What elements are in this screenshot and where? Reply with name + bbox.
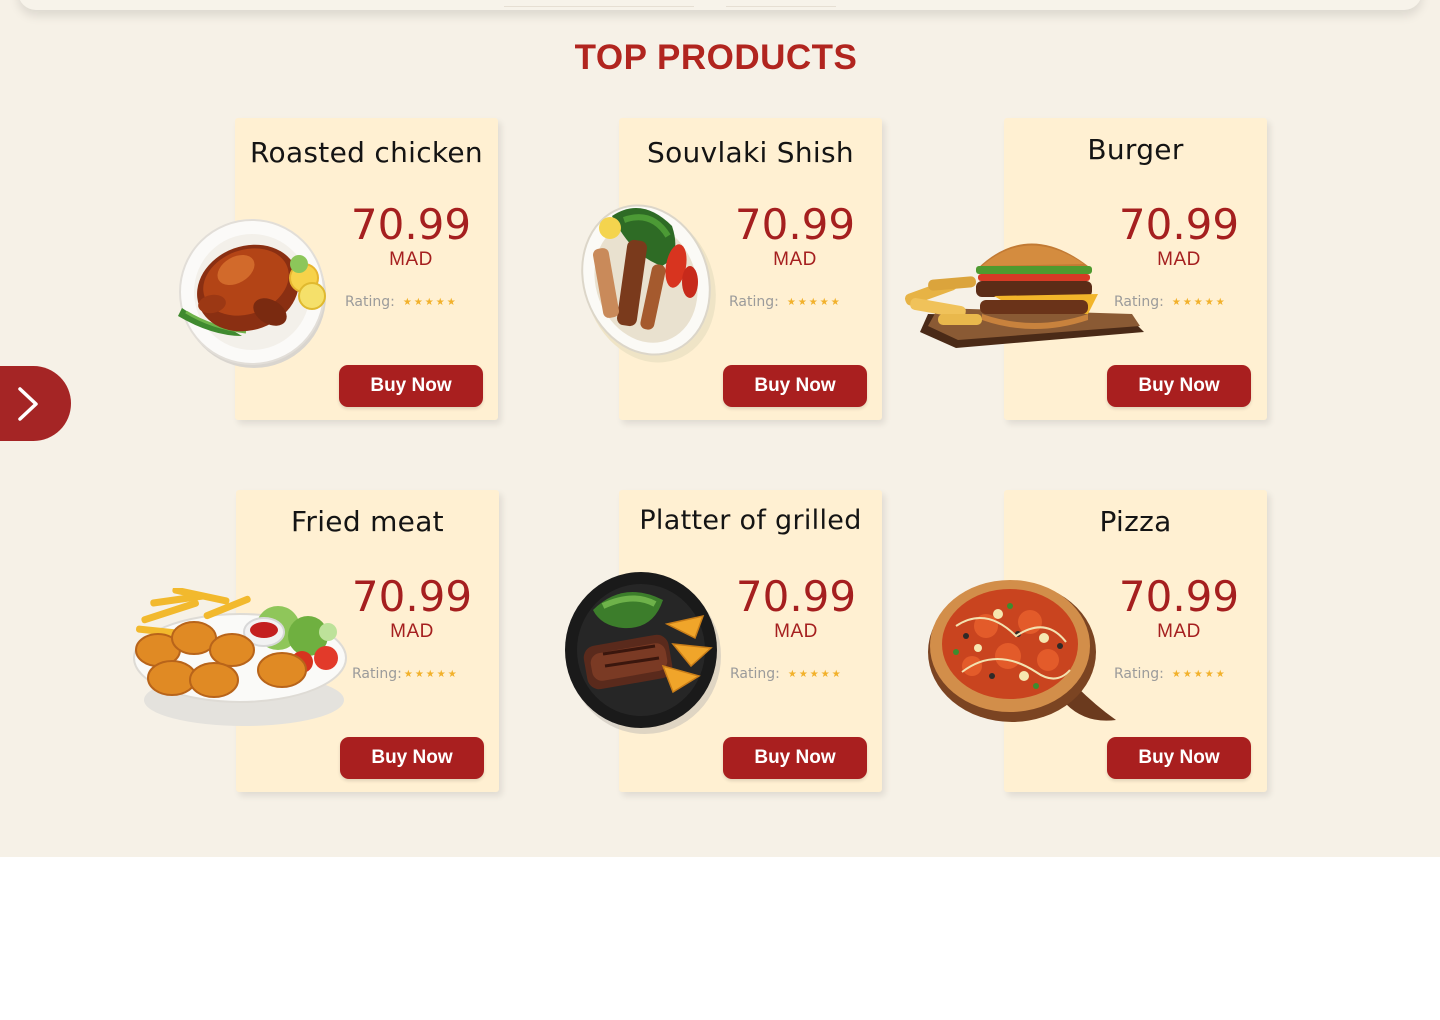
rating-label: Rating: [730,666,780,682]
product-rating: Rating: ★★★★★ [730,666,843,682]
roasted-chicken-image [178,219,326,368]
product-name: Burger [1087,133,1184,166]
buy-now-button[interactable]: Buy Now [1107,365,1251,407]
burger-image [904,243,1144,348]
star-icon: ★★★★★ [1171,297,1227,308]
star-icon: ★★★★★ [787,669,843,680]
product-name: Souvlaki Shish [647,136,854,169]
buy-now-button[interactable]: Buy Now [339,365,483,407]
rating-label: Rating: [345,294,395,310]
product-name: Roasted chicken [250,136,483,169]
fried-meat-image [133,588,347,726]
product-currency: MAD [389,249,433,270]
buy-now-button[interactable]: Buy Now [723,737,867,779]
product-rating: Rating: ★★★★★ [352,666,459,682]
product-rating: Rating: ★★★★★ [1114,666,1227,682]
product-price: 70.99 [734,200,856,249]
next-slide-button[interactable] [0,366,71,441]
rating-label: Rating: [1114,666,1164,682]
star-icon: ★★★★★ [1171,669,1227,680]
buy-now-button[interactable]: Buy Now [723,365,867,407]
chevron-right-icon [18,387,38,421]
product-rating: Rating: ★★★★★ [729,294,842,310]
rating-label: Rating: [729,294,779,310]
product-name: Pizza [1099,505,1172,538]
grilled-platter-image [565,572,721,734]
product-name: Fried meat [291,505,444,538]
top-products-section: TOP PRODUCTS Roasted chicken 70.99 MAD R… [0,0,1440,857]
pizza-image [928,580,1116,722]
souvlaki-image [581,204,716,363]
header-bar [18,0,1422,10]
product-currency: MAD [774,621,818,642]
product-name: Platter of grilled [639,505,862,536]
product-price: 70.99 [350,200,472,249]
star-icon: ★★★★★ [786,297,842,308]
section-title: TOP PRODUCTS [574,38,858,77]
product-currency: MAD [1157,621,1201,642]
divider [504,6,694,7]
buy-now-button[interactable]: Buy Now [1107,737,1251,779]
divider [726,6,836,7]
product-price: 70.99 [351,572,473,621]
rating-label: Rating: [352,666,402,682]
product-rating: Rating: ★★★★★ [345,294,458,310]
product-price: 70.99 [1118,572,1240,621]
star-icon: ★★★★★ [403,669,459,680]
product-currency: MAD [390,621,434,642]
buy-now-button[interactable]: Buy Now [340,737,484,779]
product-currency: MAD [773,249,817,270]
star-icon: ★★★★★ [402,297,458,308]
product-price: 70.99 [735,572,857,621]
